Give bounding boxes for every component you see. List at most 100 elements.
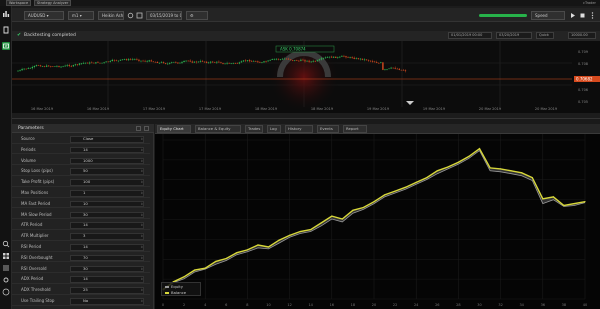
candle-body: [390, 67, 392, 69]
spinner-icon[interactable]: ⇕: [140, 201, 143, 207]
spinner-icon[interactable]: ⇕: [140, 244, 143, 250]
date-range-field[interactable]: 03/15/2019 to 03/20/2019: [146, 11, 182, 20]
candle-body: [369, 60, 372, 62]
parameter-row: ATR Period 14 ⇕: [12, 221, 150, 231]
grid-icon[interactable]: [2, 252, 10, 260]
parameter-value-input[interactable]: 10: [70, 200, 144, 208]
scroll-cursor-icon[interactable]: [406, 101, 414, 105]
parameter-name: ATR Multiplier: [21, 233, 49, 239]
spinner-icon[interactable]: ⇕: [140, 212, 143, 218]
parameter-value-input[interactable]: No: [70, 298, 144, 305]
tab-events[interactable]: Events: [317, 125, 339, 133]
equity-chart[interactable]: 0 2 4 6 8 10 12 14 16 18 20 22 24 26 28 30 32 34 36 38 40: [155, 134, 600, 309]
tab-trades[interactable]: Trades: [245, 125, 263, 133]
candle-body: [17, 70, 19, 72]
candle-body: [19, 70, 21, 71]
price-x-axis: 16 Mar 2019 16 Mar 2019 17 Mar 2019 17 Mar …: [12, 107, 600, 115]
candle-body: [294, 60, 296, 61]
price-chart[interactable]: ASK 0.70874 0.70682 0.709 0.708 0.706 0.…: [12, 41, 600, 113]
candle-body: [39, 65, 42, 67]
quick-select[interactable]: Quick: [536, 32, 554, 39]
y-tick: 0.705: [578, 100, 588, 104]
parameter-row: Stop Loss (pips) 50 ⇕: [12, 167, 150, 177]
settings-icon[interactable]: [2, 276, 10, 284]
spinner-icon[interactable]: ⇕: [140, 168, 143, 174]
parameter-value-input[interactable]: 14: [70, 222, 144, 229]
parameter-row: RSI Period 14 ⇕: [12, 243, 150, 252]
parameter-value-input[interactable]: 14: [70, 276, 144, 283]
parameter-name: RSI Period: [21, 244, 42, 249]
chart-header: ✔ Backtesting completed 01/01/2019 00:00…: [12, 31, 600, 41]
parameter-value-input[interactable]: 70: [70, 254, 144, 262]
parameter-value-input[interactable]: 100: [70, 179, 144, 186]
tab-history[interactable]: History: [285, 125, 313, 133]
copy-icon[interactable]: [2, 26, 10, 34]
speed-select[interactable]: Speed: [531, 11, 565, 20]
equity-x-tick: 20: [372, 303, 376, 307]
tab-log[interactable]: Log: [267, 125, 281, 133]
more-icon[interactable]: [589, 11, 596, 20]
check-icon: ✔: [17, 32, 22, 38]
candle-body: [134, 59, 136, 60]
balance-point: [246, 249, 248, 251]
candle-body: [400, 69, 403, 71]
parameter-value-input[interactable]: 14: [70, 244, 144, 251]
spinner-icon[interactable]: ⇕: [140, 233, 143, 239]
save-icon[interactable]: [144, 126, 149, 131]
candle-body: [97, 62, 99, 63]
parameter-value-input[interactable]: 25: [70, 287, 144, 294]
balance-field[interactable]: 10000.00: [568, 32, 596, 39]
candle-body: [365, 59, 368, 61]
zoom-icon[interactable]: [2, 240, 10, 248]
calendar-icon[interactable]: [136, 11, 143, 20]
strategy-analyzer-button[interactable]: Strategy Analyzer: [34, 0, 72, 6]
candle-body: [31, 66, 34, 69]
parameter-value-input[interactable]: 1: [70, 190, 144, 197]
spinner-icon[interactable]: ⇕: [140, 136, 143, 142]
tab-balance-equity[interactable]: Balance & Equity: [195, 125, 241, 133]
candle-body: [337, 57, 339, 59]
play-icon[interactable]: [569, 11, 576, 20]
equity-x-tick: 4: [204, 303, 207, 307]
parameter-value-input[interactable]: 1000: [70, 157, 144, 165]
parameter-value-input[interactable]: 30: [70, 265, 144, 273]
spinner-icon[interactable]: ⇕: [140, 266, 143, 272]
x-tick-label: 19 Mar 2019: [422, 107, 446, 111]
spinner-icon[interactable]: ⇕: [140, 147, 143, 153]
settings-button[interactable]: ⚙: [186, 11, 208, 20]
refresh-icon[interactable]: [127, 11, 134, 20]
candle-body: [343, 55, 345, 57]
automate-icon[interactable]: [2, 42, 10, 50]
equity-x-tick: 10: [266, 303, 270, 307]
list-icon[interactable]: [2, 264, 10, 272]
help-icon[interactable]: [2, 288, 10, 296]
tab-equity-chart[interactable]: Equity Chart: [157, 125, 191, 133]
parameter-value-input[interactable]: Close: [70, 136, 144, 143]
candle-body: [392, 67, 394, 69]
start-date-field[interactable]: 01/01/2019 00:00: [448, 32, 492, 39]
parameter-value-input[interactable]: 3: [70, 233, 144, 240]
spinner-icon[interactable]: ⇕: [140, 158, 143, 164]
spinner-icon[interactable]: ⇕: [140, 255, 143, 261]
chart-icon[interactable]: [2, 10, 10, 18]
candle-body: [308, 60, 310, 62]
candle-body: [158, 62, 161, 64]
candle-body: [148, 60, 150, 62]
end-date-field[interactable]: 03/20/2019: [496, 32, 532, 39]
spinner-icon[interactable]: ⇕: [140, 298, 143, 304]
tab-report[interactable]: Report: [343, 125, 367, 133]
stop-icon[interactable]: [579, 11, 586, 20]
symbol-select[interactable]: AUDUSD ▾: [24, 11, 64, 20]
spinner-icon[interactable]: ⇕: [140, 276, 143, 282]
restore-icon[interactable]: [136, 126, 141, 131]
parameter-value-input[interactable]: 30: [70, 211, 144, 219]
parameter-value-input[interactable]: 14: [70, 146, 144, 154]
parameter-value-input[interactable]: 50: [70, 168, 144, 175]
spinner-icon[interactable]: ⇕: [140, 179, 143, 185]
heikin-ashi-button[interactable]: Heikin Ashi: [98, 11, 124, 20]
spinner-icon[interactable]: ⇕: [140, 190, 143, 196]
spinner-icon[interactable]: ⇕: [140, 287, 143, 293]
timeframe-select[interactable]: m1 ▾: [68, 11, 94, 20]
spinner-icon[interactable]: ⇕: [140, 222, 143, 228]
candle-body: [326, 57, 329, 58]
